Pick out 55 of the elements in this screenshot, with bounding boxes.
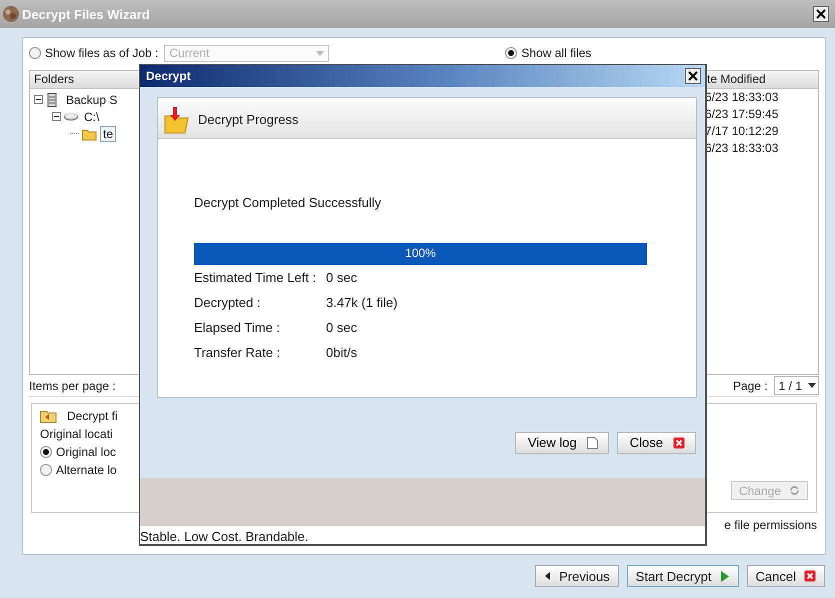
items-per-page-label: Items per page :: [29, 378, 116, 392]
tree-item[interactable]: C:\: [82, 110, 102, 124]
section-label: Original locati: [40, 427, 114, 441]
section-title: Decrypt fi: [67, 408, 118, 422]
play-icon: [720, 570, 730, 582]
close-button[interactable]: [813, 6, 829, 22]
permissions-label: e file permissions: [724, 518, 817, 532]
status-message: Decrypt Completed Successfully: [194, 194, 382, 210]
refresh-icon: [789, 485, 800, 496]
radio-label[interactable]: Show all files: [521, 46, 592, 60]
stat-label: Estimated Time Left :: [194, 270, 318, 285]
table-cell-text: 7/17 10:12:29: [704, 123, 780, 140]
stat-label: Transfer Rate :: [194, 344, 282, 360]
stat-label: Decrypted :: [194, 294, 262, 310]
cancel-button[interactable]: Cancel: [746, 565, 825, 587]
expander-icon[interactable]: [52, 112, 61, 121]
page-label: Page :: [732, 378, 768, 392]
dialog-title: Decrypt: [146, 68, 191, 83]
app-icon: [2, 5, 20, 23]
stat-label: Elapsed Time :: [194, 320, 281, 335]
close-icon: [804, 570, 816, 582]
document-icon: [586, 436, 598, 449]
window-title: Decrypt Files Wizard: [22, 6, 151, 22]
stat-value: 0 sec: [326, 320, 358, 335]
expander-icon[interactable]: [34, 95, 43, 104]
start-button[interactable]: Start Decrypt: [626, 565, 739, 587]
close-button[interactable]: [685, 68, 701, 84]
tree-item[interactable]: Backup S: [64, 92, 120, 106]
close-button[interactable]: Close: [616, 432, 696, 454]
progress-text: 100%: [404, 246, 437, 260]
dropdown-arrow-icon: [808, 383, 816, 388]
stat-value: 0bit/s: [326, 344, 358, 360]
radio-label[interactable]: Original loc: [56, 445, 116, 459]
stat-value: 0 sec: [326, 270, 358, 285]
folder-icon: [40, 408, 57, 423]
close-icon: [688, 70, 698, 81]
stat-value: 3.47k (1 file): [326, 294, 398, 310]
footer-text: Stable. Low Cost. Brandable.: [140, 526, 705, 544]
radio-button[interactable]: [29, 47, 41, 59]
view-log-button[interactable]: View log: [514, 432, 609, 454]
previous-button[interactable]: Previous: [535, 565, 619, 587]
page-dropdown[interactable]: 1 / 1: [774, 376, 819, 395]
radio-button[interactable]: [40, 464, 52, 476]
panel-title: Decrypt Progress: [198, 112, 298, 128]
close-icon: [816, 9, 826, 19]
radio-button[interactable]: [505, 47, 518, 59]
dropdown-arrow-icon: [316, 50, 324, 56]
tree-item[interactable]: te: [100, 126, 116, 142]
radio-button[interactable]: [40, 446, 52, 458]
close-icon: [673, 436, 685, 449]
radio-label[interactable]: Alternate lo: [56, 463, 117, 477]
folder-download-icon: [164, 106, 190, 134]
radio-label[interactable]: Show files as of Job :: [45, 46, 158, 60]
caret-left-icon: [544, 571, 552, 581]
column-header: Folders: [30, 71, 139, 89]
